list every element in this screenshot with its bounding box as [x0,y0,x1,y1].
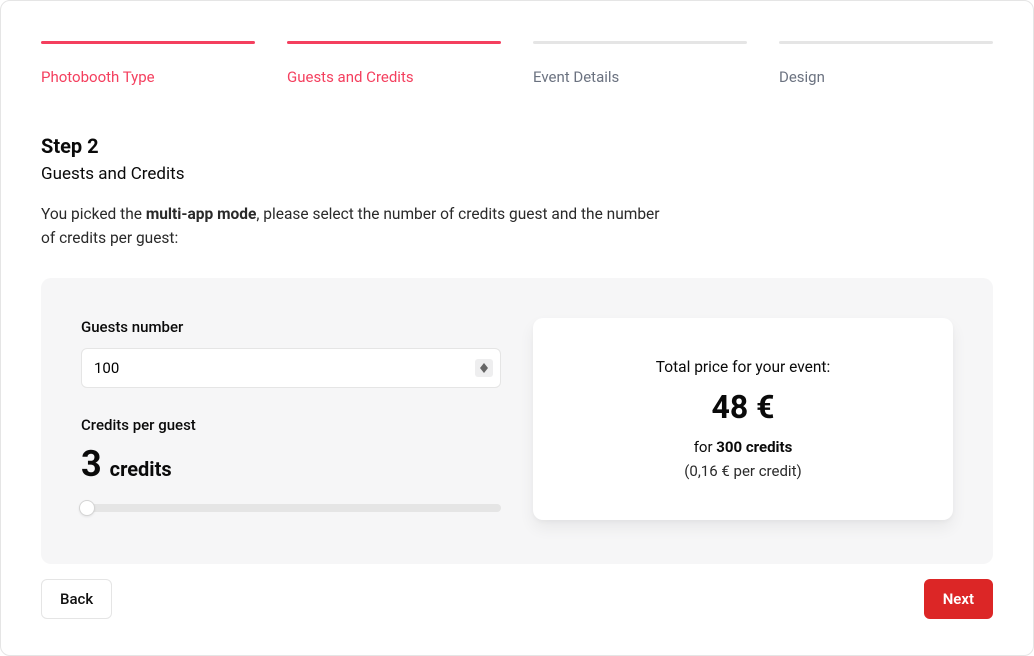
step-number: Step 2 [41,134,993,158]
guests-number-input[interactable] [81,348,501,388]
credits-unit: credits [110,457,172,481]
step-photobooth-type[interactable]: Photobooth Type [41,41,255,86]
step-design[interactable]: Design [779,41,993,86]
step-guests-and-credits[interactable]: Guests and Credits [287,41,501,86]
credits-value-row: 3 credits [81,446,501,482]
credits-per-guest-label: Credits per guest [81,416,501,434]
wizard-footer: Back Next [41,579,993,619]
step-name: Guests and Credits [41,164,993,184]
price-credits-text: 300 credits [716,438,792,456]
stepper: Photobooth Type Guests and Credits Event… [41,41,993,86]
step-bar [41,41,255,44]
step-description: You picked the multi-app mode, please se… [41,202,661,250]
desc-mode: multi-app mode [146,205,257,223]
step-bar [779,41,993,44]
desc-prefix: You picked the [41,205,146,223]
back-button[interactable]: Back [41,579,112,619]
slider-thumb[interactable] [79,500,95,516]
guests-number-field [81,348,501,388]
step-event-details[interactable]: Event Details [533,41,747,86]
price-amount: 48 € [565,388,921,426]
credits-slider[interactable] [81,500,501,516]
price-for-text: for [694,438,717,456]
stepper-icon[interactable] [475,359,493,377]
slider-track [81,504,501,512]
step-bar [533,41,747,44]
price-credits-line: for 300 credits [565,438,921,456]
guests-number-label: Guests number [81,318,501,336]
step-label: Guests and Credits [287,68,501,86]
price-title: Total price for your event: [565,358,921,376]
settings-panel: Guests number Credits per guest 3 credit… [41,278,993,564]
settings-left: Guests number Credits per guest 3 credit… [81,318,501,516]
price-per-credit: (0,16 € per credit) [565,462,921,480]
step-label: Design [779,68,993,86]
next-button[interactable]: Next [924,579,993,619]
step-label: Photobooth Type [41,68,255,86]
price-card: Total price for your event: 48 € for 300… [533,318,953,520]
step-label: Event Details [533,68,747,86]
step-bar [287,41,501,44]
wizard-card: Photobooth Type Guests and Credits Event… [0,0,1034,656]
credits-value: 3 [81,446,102,482]
price-summary: Total price for your event: 48 € for 300… [533,318,953,520]
